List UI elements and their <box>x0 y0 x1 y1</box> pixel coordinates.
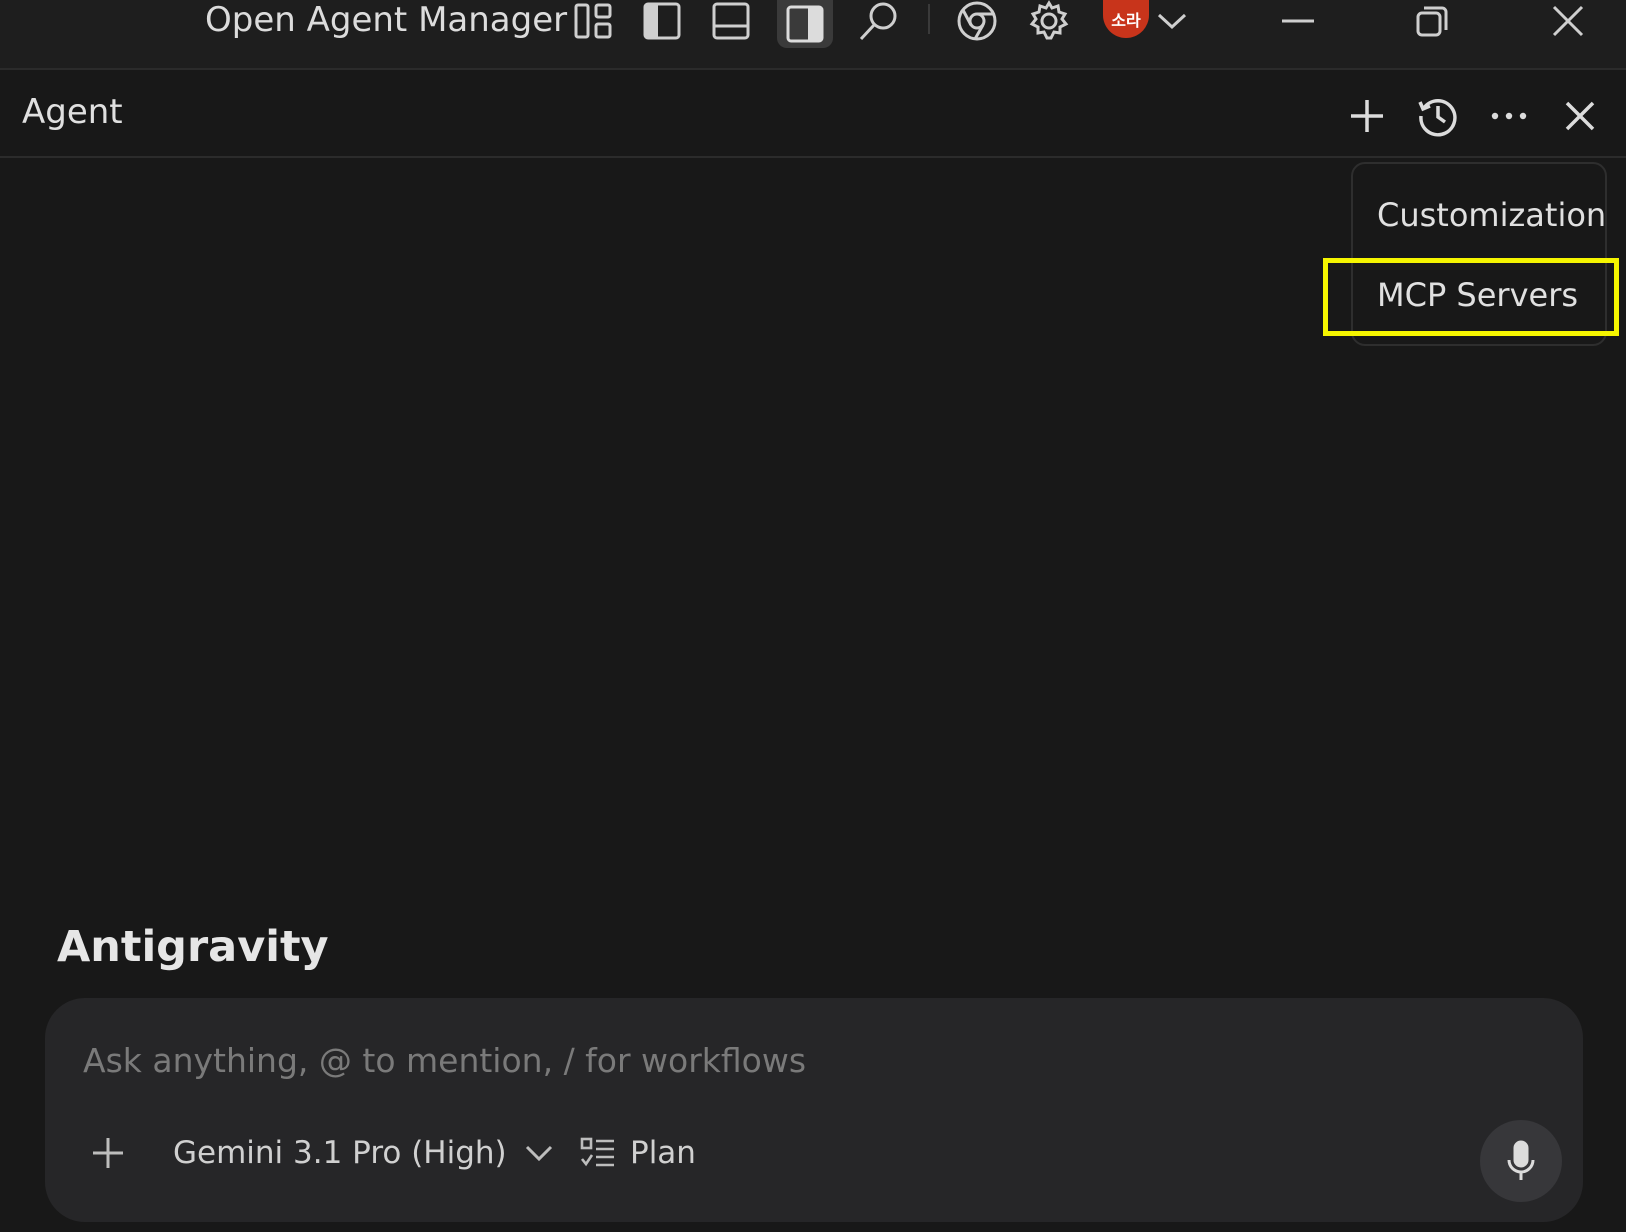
chevron-down-icon <box>525 1145 552 1162</box>
brand-title: Antigravity <box>57 922 329 972</box>
close-window-icon[interactable] <box>1538 0 1598 42</box>
add-context-button[interactable] <box>83 1128 133 1178</box>
plan-mode-button[interactable]: Plan <box>580 1128 696 1178</box>
highlight-annotation <box>1323 258 1619 336</box>
model-selector[interactable]: Gemini 3.1 Pro (High) <box>173 1128 553 1178</box>
chat-composer: Gemini 3.1 Pro (High) Plan <box>45 998 1583 1222</box>
agent-panel-title: Agent <box>22 92 123 132</box>
chevron-down-icon[interactable] <box>1152 0 1192 42</box>
microphone-button[interactable] <box>1480 1120 1562 1202</box>
gear-icon[interactable] <box>1024 0 1074 42</box>
customize-layout-icon[interactable] <box>568 0 618 42</box>
history-icon[interactable] <box>1412 90 1464 142</box>
plan-mode-label: Plan <box>630 1135 696 1171</box>
window-titlebar: Open Agent Manager 소라 <box>0 0 1626 70</box>
menu-item-customization[interactable]: Customization <box>1377 196 1606 234</box>
restore-window-icon[interactable] <box>1402 0 1462 42</box>
toggle-panel-icon[interactable] <box>706 0 756 42</box>
close-panel-icon[interactable] <box>1554 90 1606 142</box>
chat-input[interactable] <box>83 1036 1383 1084</box>
toggle-secondary-sidebar-icon[interactable] <box>777 0 833 48</box>
titlebar-divider <box>928 4 930 34</box>
checklist-icon <box>580 1137 614 1167</box>
search-icon[interactable] <box>853 0 903 42</box>
new-chat-button[interactable] <box>1341 90 1393 142</box>
agent-panel-header: Agent <box>0 70 1626 158</box>
open-agent-manager-button[interactable]: Open Agent Manager <box>205 0 567 40</box>
microphone-icon <box>1507 1140 1535 1180</box>
account-avatar[interactable]: 소라 <box>1103 0 1149 38</box>
toggle-primary-sidebar-icon[interactable] <box>637 0 687 42</box>
model-label: Gemini 3.1 Pro (High) <box>173 1135 507 1171</box>
browser-icon[interactable] <box>952 0 1002 42</box>
more-options-icon[interactable] <box>1483 90 1535 142</box>
minimize-icon[interactable] <box>1268 0 1328 42</box>
